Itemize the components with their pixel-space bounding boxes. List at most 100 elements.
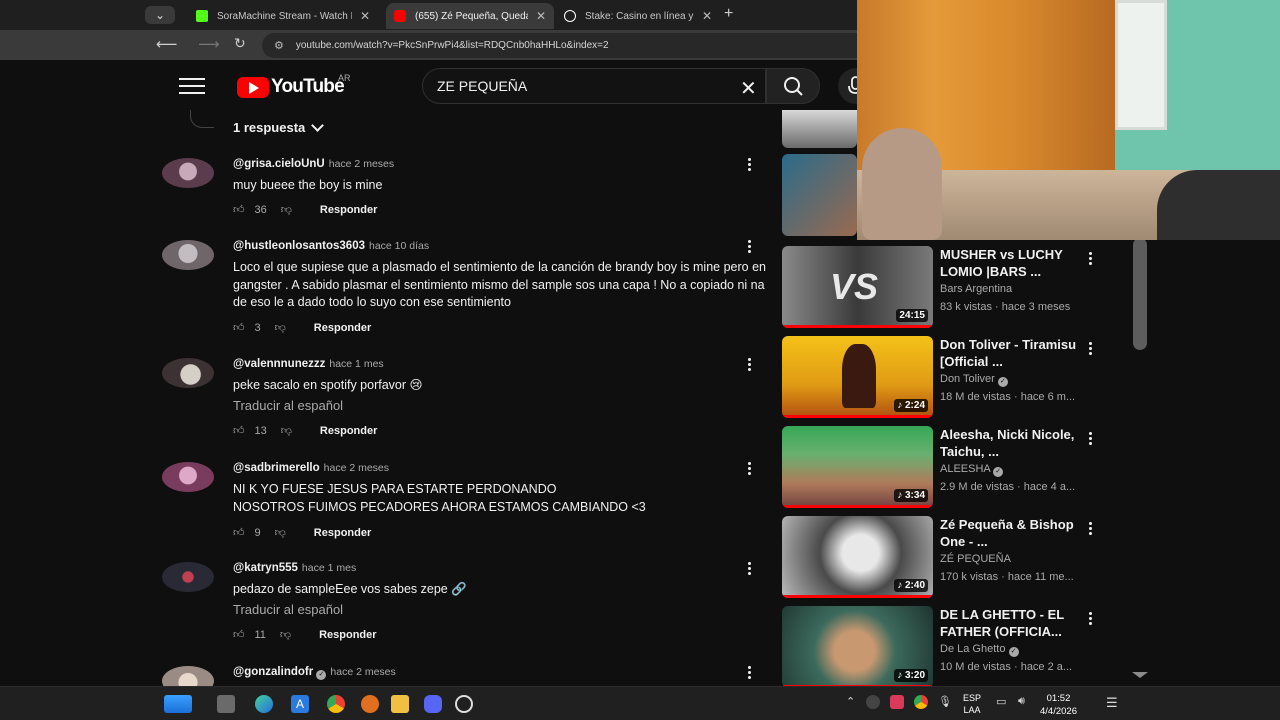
browser-tab-kick[interactable]: SoraMachine Stream - Watch L ✕ — [188, 3, 384, 29]
related-video-item[interactable]: ♪ 2:24 Don Toliver - Tiramisu [Official … — [782, 336, 1112, 418]
video-title[interactable]: Zé Pequeña & Bishop One - ... — [940, 516, 1080, 550]
comment-time[interactable]: hace 2 meses — [330, 666, 395, 678]
like-icon[interactable]: 👍︎ — [233, 424, 245, 437]
back-arrow-icon[interactable]: ⟵ — [156, 35, 178, 53]
translate-link[interactable]: Traducir al español — [233, 602, 343, 617]
comment-time[interactable]: hace 2 meses — [329, 158, 394, 170]
avatar[interactable] — [162, 462, 214, 492]
more-options-icon[interactable] — [1089, 432, 1094, 447]
tray-app-icon[interactable] — [866, 695, 880, 709]
scroll-down-arrow-icon[interactable] — [1132, 672, 1148, 678]
related-video-item[interactable]: ♪ 3:34 Aleesha, Nicki Nicole, Taichu, ..… — [782, 426, 1112, 508]
comment-time[interactable]: hace 2 meses — [324, 462, 389, 474]
settings-gear-icon[interactable] — [455, 695, 473, 713]
taskbar-clock[interactable]: 01:52 4/4/2026 — [1040, 692, 1077, 718]
like-icon[interactable]: 👍︎ — [233, 203, 245, 216]
app-icon[interactable]: A — [291, 695, 309, 713]
video-title[interactable]: DE LA GHETTO - EL FATHER (OFFICIA... — [940, 606, 1080, 640]
reply-button[interactable]: Responder — [320, 204, 377, 216]
reply-button[interactable]: Responder — [320, 425, 377, 437]
replies-toggle-button[interactable]: 1 respuesta — [233, 118, 325, 135]
dislike-icon[interactable]: 👎︎ — [275, 526, 286, 539]
more-options-icon[interactable] — [748, 562, 753, 577]
like-icon[interactable]: 👍︎ — [233, 321, 245, 334]
video-thumbnail[interactable]: ♪ 2:40 — [782, 516, 933, 598]
task-view-icon[interactable] — [217, 695, 235, 713]
comment-author[interactable]: @hustleonlosantos3603 — [233, 240, 365, 252]
video-thumbnail[interactable]: ♪ 2:24 — [782, 336, 933, 418]
more-options-icon[interactable] — [748, 462, 753, 477]
reload-icon[interactable]: ↻ — [234, 35, 246, 52]
comment-author[interactable]: @katryn555 — [233, 562, 298, 574]
plus-icon[interactable]: + — [724, 5, 733, 23]
tray-expand-icon[interactable]: ⌃ — [846, 695, 855, 708]
language-indicator[interactable]: ESP LAA — [963, 692, 981, 716]
edge-icon[interactable] — [255, 695, 273, 713]
tray-chrome-icon[interactable] — [914, 695, 928, 709]
comment-author[interactable]: @grisa.cieloUnU — [233, 158, 325, 170]
comment-author[interactable]: @valennnunezzz — [233, 358, 325, 370]
video-channel[interactable]: ZÉ PEQUEÑA — [940, 553, 1011, 565]
avatar[interactable] — [162, 240, 214, 270]
more-options-icon[interactable] — [1089, 522, 1094, 537]
video-channel[interactable]: ALEESHA ✓ — [940, 463, 1004, 477]
youtube-logo-text[interactable]: YouTube — [271, 76, 345, 98]
more-options-icon[interactable] — [1089, 252, 1094, 267]
youtube-logo-icon[interactable] — [237, 77, 269, 98]
search-button[interactable] — [766, 68, 820, 104]
related-video-item[interactable]: ♪ 2:40 Zé Pequeña & Bishop One - ... ZÉ … — [782, 516, 1112, 598]
hamburger-menu-icon[interactable] — [179, 78, 205, 94]
more-options-icon[interactable] — [748, 158, 753, 173]
forward-arrow-icon[interactable]: ⟶ — [198, 35, 220, 53]
discord-icon[interactable] — [424, 695, 442, 713]
dislike-icon[interactable]: 👎︎ — [281, 424, 292, 437]
microphone-icon[interactable]: 🎙︎ — [938, 695, 952, 708]
video-channel[interactable]: De La Ghetto ✓ — [940, 643, 1019, 657]
comment-time[interactable]: hace 1 mes — [302, 562, 356, 574]
windows-start-icon[interactable] — [164, 695, 192, 713]
comment-author[interactable]: @gonzalindofr — [233, 666, 313, 678]
scrollbar-thumb[interactable] — [1133, 238, 1147, 350]
video-thumbnail[interactable]: ♪ 3:34 — [782, 426, 933, 508]
browser-tab-youtube[interactable]: (655) Zé Pequeña, Quedatelo ✕ — [386, 3, 554, 29]
video-title[interactable]: Aleesha, Nicki Nicole, Taichu, ... — [940, 426, 1080, 460]
reply-button[interactable]: Responder — [314, 322, 371, 334]
browser-tab-stake[interactable]: Stake: Casino en línea y Apuest ✕ — [556, 3, 720, 29]
avatar[interactable] — [162, 158, 214, 188]
video-channel[interactable]: Don Toliver ✓ — [940, 373, 1008, 387]
avatar[interactable] — [162, 666, 214, 686]
dislike-icon[interactable]: 👎︎ — [280, 628, 291, 641]
file-explorer-icon[interactable] — [391, 695, 409, 713]
video-thumbnail[interactable]: VS 24:15 — [782, 246, 933, 328]
video-thumbnail[interactable]: ♪ 3:20 — [782, 606, 933, 686]
reply-button[interactable]: Responder — [314, 527, 371, 539]
tray-app-icon[interactable] — [890, 695, 904, 709]
notifications-icon[interactable]: ☰ — [1106, 695, 1118, 711]
firefox-icon[interactable] — [361, 695, 379, 713]
like-icon[interactable]: 👍︎ — [233, 628, 245, 641]
more-options-icon[interactable] — [1089, 612, 1094, 627]
more-options-icon[interactable] — [748, 358, 753, 373]
video-channel[interactable]: Bars Argentina — [940, 283, 1012, 295]
close-tab-icon[interactable]: ✕ — [360, 9, 370, 23]
like-icon[interactable]: 👍︎ — [233, 526, 245, 539]
avatar[interactable] — [162, 358, 214, 388]
comment-time[interactable]: hace 1 mes — [329, 358, 383, 370]
clear-search-icon[interactable]: ✕ — [740, 76, 757, 101]
video-thumbnail-partial[interactable] — [782, 154, 857, 236]
related-video-item[interactable]: ♪ 3:20 DE LA GHETTO - EL FATHER (OFFICIA… — [782, 606, 1112, 686]
related-video-item[interactable]: VS 24:15 MUSHER vs LUCHY LOMIO |BARS ...… — [782, 246, 1112, 328]
dislike-icon[interactable]: 👎︎ — [281, 203, 292, 216]
video-title[interactable]: MUSHER vs LUCHY LOMIO |BARS ... — [940, 246, 1080, 280]
chrome-icon[interactable] — [327, 695, 345, 713]
dislike-icon[interactable]: 👎︎ — [275, 321, 286, 334]
search-input[interactable]: ZE PEQUEÑA — [422, 68, 766, 104]
more-options-icon[interactable] — [748, 666, 753, 681]
network-icon[interactable]: ▭ — [996, 695, 1006, 708]
reply-button[interactable]: Responder — [319, 629, 376, 641]
more-options-icon[interactable] — [748, 240, 753, 255]
translate-link[interactable]: Traducir al español — [233, 398, 343, 413]
tab-search-button[interactable]: ⌄ — [145, 6, 175, 24]
avatar[interactable] — [162, 562, 214, 592]
video-title[interactable]: Don Toliver - Tiramisu [Official ... — [940, 336, 1080, 370]
